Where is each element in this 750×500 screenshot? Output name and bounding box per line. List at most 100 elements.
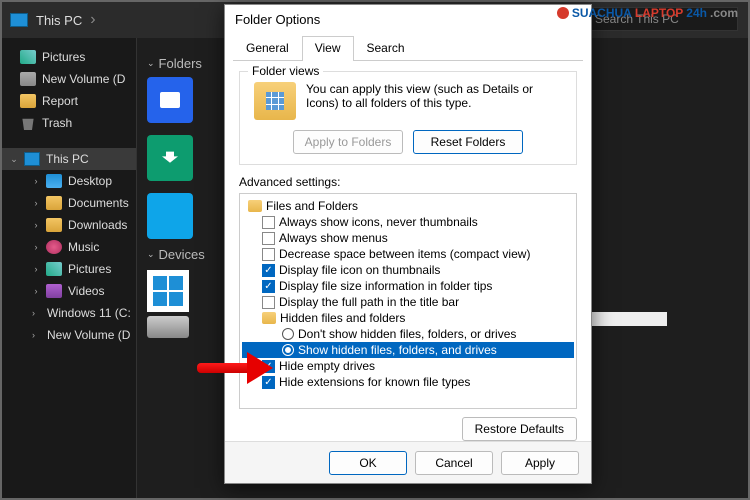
option-label: Always show icons, never thumbnails [279,215,478,229]
restore-defaults-button[interactable]: Restore Defaults [462,417,577,441]
folder-tile[interactable] [147,135,193,181]
advanced-settings-tree[interactable]: Files and Folders Always show icons, neve… [239,193,577,409]
tree-radio-option[interactable]: Show hidden files, folders, and drives [242,342,574,358]
navigation-sidebar: Pictures New Volume (D Report Trash ⌄This PC… [2,38,137,498]
sidebar-item[interactable]: New Volume (D [2,68,136,90]
sidebar-item[interactable]: ›Documents [2,192,136,214]
tab-general[interactable]: General [233,36,302,61]
pc-icon [24,152,40,166]
option-label: Always show menus [279,231,388,245]
folder-view-icon [254,82,296,120]
sidebar-item-label: Music [68,240,99,254]
sidebar-item[interactable]: Trash [2,112,136,134]
tree-folder: Files and Folders [242,198,574,214]
option-label: Display the full path in the title bar [279,295,459,309]
sidebar-item[interactable]: ›Downloads [2,214,136,236]
dialog-title: Folder Options [225,5,591,35]
option-label: Don't show hidden files, folders, or dri… [298,327,516,341]
tab-view[interactable]: View [302,36,354,61]
cancel-button[interactable]: Cancel [415,451,493,475]
folder-tile[interactable] [147,193,193,239]
ok-button[interactable]: OK [329,451,407,475]
sidebar-item-label: Report [42,94,78,108]
option-label: Display file size information in folder … [279,279,492,293]
sidebar-item-label: Pictures [42,50,85,64]
sidebar-item[interactable]: ›Desktop [2,170,136,192]
folder-icon [248,200,262,212]
tree-checkbox-option[interactable]: ✓ Hide empty drives [242,358,574,374]
sidebar-item-label: Trash [42,116,72,130]
option-label: Display file icon on thumbnails [279,263,440,277]
tree-checkbox-option[interactable]: ✓ Hide extensions for known file types [242,374,574,390]
sidebar-item-label: Videos [68,284,104,298]
folder-icon [20,94,36,108]
sidebar-item-label: New Volume (D [47,328,130,342]
tree-checkbox-option[interactable]: ✓ Display file size information in folder… [242,278,574,294]
option-label: Hide extensions for known file types [279,375,470,389]
sidebar-item[interactable]: Report [2,90,136,112]
sidebar-item-label: Windows 11 (C: [47,306,131,320]
sidebar-item[interactable]: ›Windows 11 (C: [2,302,136,324]
dialog-tabs: General View Search [233,35,583,61]
radio-icon [282,328,294,340]
sidebar-item[interactable]: ›Pictures [2,258,136,280]
sidebar-item-label: Downloads [68,218,127,232]
sidebar-item[interactable]: Pictures [2,46,136,68]
checkbox-icon [262,232,275,245]
folder-icon [46,196,62,210]
checkbox-icon: ✓ [262,360,275,373]
radio-icon [282,344,294,356]
group-legend: Folder views [248,64,323,78]
folder-views-group: Folder views You can apply this view (su… [239,71,577,165]
tree-checkbox-option[interactable]: Display the full path in the title bar [242,294,574,310]
address-text[interactable]: This PC [36,13,82,28]
sidebar-item[interactable]: ›New Volume (D [2,324,136,346]
reset-folders-button[interactable]: Reset Folders [413,130,523,154]
folder-options-dialog: Folder Options General View Search Folde… [224,4,592,484]
option-label: Show hidden files, folders, and drives [298,343,497,357]
sidebar-item[interactable]: ›Videos [2,280,136,302]
sidebar-item[interactable]: ⌄This PC [2,148,136,170]
sidebar-item-label: Documents [68,196,129,210]
sidebar-item-label: New Volume (D [42,72,125,86]
checkbox-icon [262,216,275,229]
pic-icon [46,262,62,276]
drive-icon [147,316,189,338]
tree-radio-option[interactable]: Don't show hidden files, folders, or dri… [242,326,574,342]
option-label: Hide empty drives [279,359,375,373]
tree-folder: Hidden files and folders [242,310,574,326]
tree-checkbox-option[interactable]: Decrease space between items (compact vi… [242,246,574,262]
folder-icon [262,312,276,324]
checkbox-icon: ✓ [262,264,275,277]
sidebar-item[interactable]: ›Music [2,236,136,258]
checkbox-icon [262,248,275,261]
drive-icon [20,72,36,86]
folder-icon [46,218,62,232]
advanced-settings-label: Advanced settings: [239,175,577,189]
checkbox-icon: ✓ [262,376,275,389]
sidebar-item-label: Pictures [68,262,111,276]
checkbox-icon [262,296,275,309]
music-icon [46,240,62,254]
option-label: Decrease space between items (compact vi… [279,247,530,261]
checkbox-icon: ✓ [262,280,275,293]
video-icon [46,284,62,298]
tree-checkbox-option[interactable]: ✓ Display file icon on thumbnails [242,262,574,278]
windows-logo-icon [147,270,189,312]
option-label: Files and Folders [266,199,358,213]
tree-checkbox-option[interactable]: Always show icons, never thumbnails [242,214,574,230]
sidebar-item-label: Desktop [68,174,112,188]
folder-views-text: You can apply this view (such as Details… [306,82,566,120]
desk-icon [46,174,62,188]
tab-search[interactable]: Search [354,36,418,61]
apply-to-folders-button[interactable]: Apply to Folders [293,130,403,154]
watermark-logo: SUACHUALAPTOP24h.com [557,6,738,20]
apply-button[interactable]: Apply [501,451,579,475]
tree-checkbox-option[interactable]: Always show menus [242,230,574,246]
option-label: Hidden files and folders [280,311,405,325]
folder-tile[interactable] [147,77,193,123]
pc-icon [10,13,28,27]
trash-icon [20,116,36,130]
sidebar-item-label: This PC [46,152,89,166]
dialog-footer: OK Cancel Apply [225,441,591,483]
